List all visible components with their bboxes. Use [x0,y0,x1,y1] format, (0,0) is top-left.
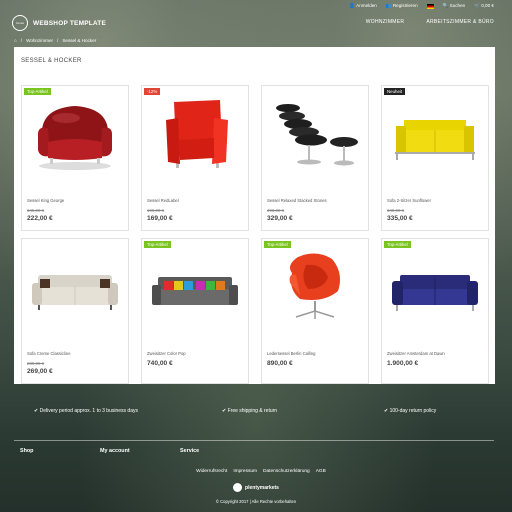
product-name[interactable]: Sessel Relaxed Stacked Stones [267,198,365,203]
register-label: Registrieren [392,3,418,8]
product-image-armchair-red[interactable] [26,90,124,178]
top-bar: 👤 Anmelden 👥 Registrieren 🔍 Suchen 🛒 0,0… [0,0,512,14]
product-price: 169,00 € [147,215,173,222]
product-badge: Top-Artikel [264,241,291,248]
language-flag-icon[interactable] [426,3,434,9]
perk-shipping: ✔ Free shipping & return [222,408,278,414]
product-badge: Top-Artikel [144,241,171,248]
product-old-price: 345,00 € [27,208,45,213]
product-card[interactable]: Top-Artikel Zweisitzer Amsterdam at Dawn… [381,238,489,384]
footer-col-shop[interactable]: Shop [20,448,33,454]
perk-delivery: ✔ Delivery period approx. 1 to 3 busines… [34,408,138,414]
product-name[interactable]: Zweisitzer Color Pop [147,351,245,356]
product-image-sofa-blue[interactable] [386,243,484,331]
perk-return: ✔ 100-day return policy [384,408,437,414]
brand-name: WEBSHOP TEMPLATE [33,19,107,27]
product-name[interactable]: Sessel King George [27,198,125,203]
footer-link-datenschutz[interactable]: Datenschutzerklärung [263,469,310,474]
product-old-price: 289,00 € [27,361,45,366]
product-card[interactable]: Sessel Relaxed Stacked Stones 393,00 € 3… [261,85,369,231]
product-card[interactable]: Top-Artikel Ledersessel Berlin Calling 8… [261,238,369,384]
login-label: Anmelden [356,3,377,8]
login-link[interactable]: 👤 Anmelden [349,3,376,9]
product-name[interactable]: Sofa Creme Classicline [27,351,125,356]
product-old-price: 349,00 € [387,208,405,213]
powered-by-logo[interactable]: plentymarkets [0,483,512,492]
powered-by-text: plentymarkets [245,484,279,491]
product-name[interactable]: Sofa 2-Sitzer Sunflower [387,198,485,203]
logo-icon: Ceres [12,15,28,31]
product-badge: Top-Artikel [384,241,411,248]
home-icon[interactable]: ⌂ [14,38,17,43]
product-price: 269,00 € [27,368,53,375]
footer-divider [14,440,494,441]
product-price: 222,00 € [27,215,53,222]
brand-logo[interactable]: Ceres WEBSHOP TEMPLATE [12,14,106,32]
product-price: 335,00 € [387,215,413,222]
search-label: Suchen [449,3,466,8]
product-price: 1.900,00 € [387,360,419,367]
plentymarkets-icon [233,483,243,492]
breadcrumb-item-current: Sessel & Hocker [62,38,97,43]
nav-item-arbeitszimmer[interactable]: ARBEITSZIMMER & BÜRO [426,19,494,25]
product-price: 740,00 € [147,360,173,367]
search-link[interactable]: 🔍 Suchen [443,3,466,9]
product-card[interactable]: Top-Artikel Zweisitzer Color Pop 740,00 … [141,238,249,384]
product-old-price: 190,00 € [147,208,165,213]
nav-item-wohnzimmer[interactable]: WOHNZIMMER [366,19,405,25]
category-panel: SESSEL & HOCKER Top-Artikel Sessel King … [14,47,495,384]
product-badge: Neuheit [384,88,406,95]
footer-links: Widerrufsrecht Impressum Datenschutzerkl… [0,469,512,474]
product-image-sofa-colorpop[interactable] [146,243,244,331]
footer-link-agb[interactable]: AGB [316,469,326,474]
page-title: SESSEL & HOCKER [21,58,82,64]
product-price: 329,00 € [267,215,293,222]
product-card[interactable]: Neuheit Sofa 2-Sitzer Sunflower 349,00 €… [381,85,489,231]
product-old-price: 393,00 € [267,208,285,213]
footer-col-service[interactable]: Service [180,448,199,454]
product-price: 890,00 € [267,360,293,367]
product-image-stacked-chair[interactable] [266,90,364,178]
product-card[interactable]: Sofa Creme Classicline 289,00 € 269,00 € [21,238,129,384]
footer-col-account[interactable]: My account [100,448,130,454]
product-card[interactable]: Top-Artikel Sessel King George 345,00 € … [21,85,129,231]
footer-link-widerrufsrecht[interactable]: Widerrufsrecht [196,469,227,474]
product-image-armchair-cube[interactable] [146,90,244,178]
product-card[interactable]: -12% Sessel RedLabel 190,00 € 169,00 € [141,85,249,231]
breadcrumb: ⌂ / Wohnzimmer / Sessel & Hocker [14,38,97,43]
product-image-sofa-cream[interactable] [26,243,124,331]
product-badge: -12% [144,88,161,95]
product-image-sofa-yellow[interactable] [386,90,484,178]
product-image-egg-chair[interactable] [266,243,364,331]
cart-total: 0,00 € [481,3,494,8]
copyright: © Copyright 2017 | Alle Rechte vorbehalt… [215,499,297,504]
product-name[interactable]: Zweisitzer Amsterdam at Dawn [387,351,485,356]
product-name[interactable]: Ledersessel Berlin Calling [267,351,365,356]
product-badge: Top-Artikel [24,88,51,95]
product-name[interactable]: Sessel RedLabel [147,198,245,203]
footer-link-impressum[interactable]: Impressum [233,469,257,474]
cart-link[interactable]: 🛒 0,00 € [474,3,494,9]
register-link[interactable]: 👥 Registrieren [386,3,418,9]
product-grid: Top-Artikel Sessel King George 345,00 € … [21,85,489,384]
breadcrumb-item[interactable]: Wohnzimmer [26,38,53,43]
main-nav: WOHNZIMMER ARBEITSZIMMER & BÜRO [366,19,494,25]
